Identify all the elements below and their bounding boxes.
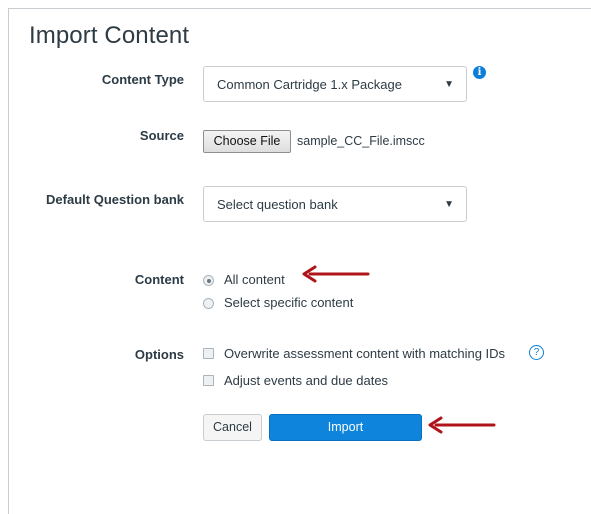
overwrite-assessment-checkbox[interactable] <box>203 348 214 359</box>
content-label: Content <box>134 272 184 287</box>
selected-file-name: sample_CC_File.imscc <box>297 134 425 148</box>
content-type-label: Content Type <box>101 72 184 87</box>
all-content-radio[interactable] <box>203 275 214 286</box>
select-specific-content-radio-label[interactable]: Select specific content <box>224 295 353 310</box>
page-title: Import Content <box>29 22 190 49</box>
annotation-arrow-left-icon <box>428 416 496 434</box>
overwrite-assessment-checkbox-label[interactable]: Overwrite assessment content with matchi… <box>224 346 505 361</box>
import-button[interactable]: Import <box>269 414 422 441</box>
cancel-button[interactable]: Cancel <box>203 414 262 441</box>
source-label: Source <box>139 128 184 143</box>
question-bank-selected-value: Select question bank <box>217 197 338 212</box>
adjust-dates-checkbox-label[interactable]: Adjust events and due dates <box>224 373 388 388</box>
all-content-radio-label[interactable]: All content <box>224 272 285 287</box>
panel-border-left <box>8 8 9 514</box>
chevron-down-icon: ▼ <box>444 79 454 90</box>
panel-border-top <box>8 8 591 9</box>
chevron-down-icon: ▼ <box>444 199 454 210</box>
annotation-arrow-left-icon <box>302 265 370 283</box>
select-specific-content-radio[interactable] <box>203 298 214 309</box>
help-icon[interactable]: ? <box>529 345 544 360</box>
content-type-selected-value: Common Cartridge 1.x Package <box>217 77 402 92</box>
choose-file-button[interactable]: Choose File <box>203 130 291 153</box>
question-bank-label: Default Question bank <box>46 192 184 207</box>
question-bank-select[interactable]: Select question bank ▼ <box>203 186 467 222</box>
content-type-select[interactable]: Common Cartridge 1.x Package ▼ <box>203 66 467 102</box>
import-content-panel: Import Content Content Type Common Cartr… <box>0 0 591 514</box>
info-icon[interactable]: i <box>473 66 486 79</box>
adjust-dates-checkbox[interactable] <box>203 375 214 386</box>
options-label: Options <box>134 347 184 362</box>
